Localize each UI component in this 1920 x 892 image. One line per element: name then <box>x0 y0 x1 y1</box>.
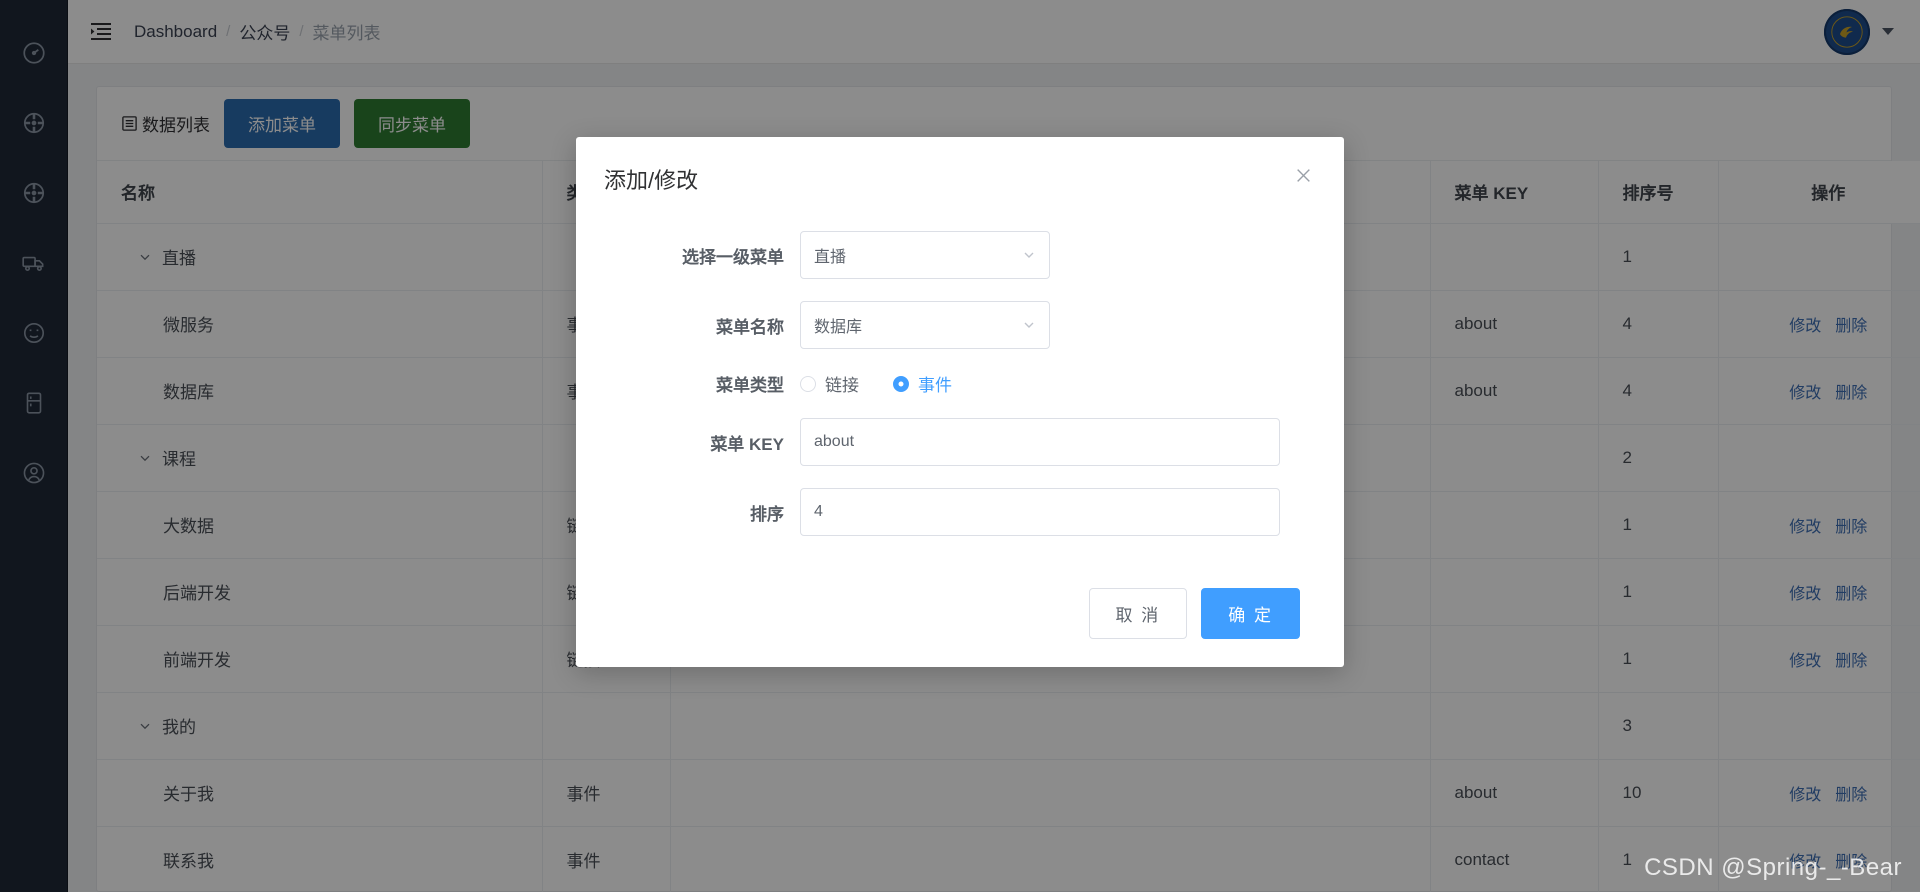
form-row-parent-menu: 选择一级菜单 直播 <box>576 231 1300 279</box>
menu-name-select[interactable]: 数据库 <box>800 301 1050 349</box>
radio-option-link[interactable]: 链接 <box>800 371 859 396</box>
form-row-menu-name: 菜单名称 数据库 <box>576 301 1300 349</box>
close-icon[interactable] <box>1291 163 1316 188</box>
menu-key-input[interactable]: about <box>800 418 1280 466</box>
parent-menu-value: 直播 <box>814 249 847 266</box>
sort-value: 4 <box>814 503 823 520</box>
radio-label-event: 事件 <box>918 376 952 395</box>
label-parent-menu: 选择一级菜单 <box>682 247 784 267</box>
radio-dot-icon <box>893 375 909 392</box>
radio-option-event[interactable]: 事件 <box>893 371 952 396</box>
dialog-footer: 取 消 确 定 <box>576 566 1344 667</box>
chevron-down-icon <box>1022 318 1036 332</box>
dialog-header: 添加/修改 <box>576 137 1344 201</box>
parent-menu-select[interactable]: 直播 <box>800 231 1050 279</box>
label-sort: 排序 <box>750 504 784 524</box>
label-menu-name: 菜单名称 <box>716 317 784 337</box>
cancel-button[interactable]: 取 消 <box>1088 588 1188 639</box>
confirm-button[interactable]: 确 定 <box>1201 588 1300 639</box>
app-root: Dashboard / 公众号 / 菜单列表 数据列表 添加菜单 同步菜单 名称… <box>0 0 1920 892</box>
dialog-body: 选择一级菜单 直播 菜单名称 数据库 菜单类型 链接 事件 菜单 KEY abo… <box>576 201 1344 566</box>
form-row-sort: 排序 4 <box>576 488 1300 536</box>
radio-label-link: 链接 <box>825 376 859 395</box>
dialog-title: 添加/修改 <box>604 168 699 193</box>
form-row-menu-type: 菜单类型 链接 事件 <box>576 371 1300 396</box>
form-row-menu-key: 菜单 KEY about <box>576 418 1300 466</box>
chevron-down-icon <box>1022 248 1036 262</box>
menu-name-value: 数据库 <box>814 319 863 336</box>
add-edit-menu-dialog: 添加/修改 选择一级菜单 直播 菜单名称 数据库 菜单类型 链接 事件 菜单 K… <box>576 137 1344 667</box>
radio-dot-icon <box>800 375 816 392</box>
label-menu-type: 菜单类型 <box>716 376 784 395</box>
menu-type-radio-group: 链接 事件 <box>800 371 952 396</box>
sort-input[interactable]: 4 <box>800 488 1280 536</box>
menu-key-value: about <box>814 433 855 450</box>
label-menu-key: 菜单 KEY <box>710 434 784 454</box>
